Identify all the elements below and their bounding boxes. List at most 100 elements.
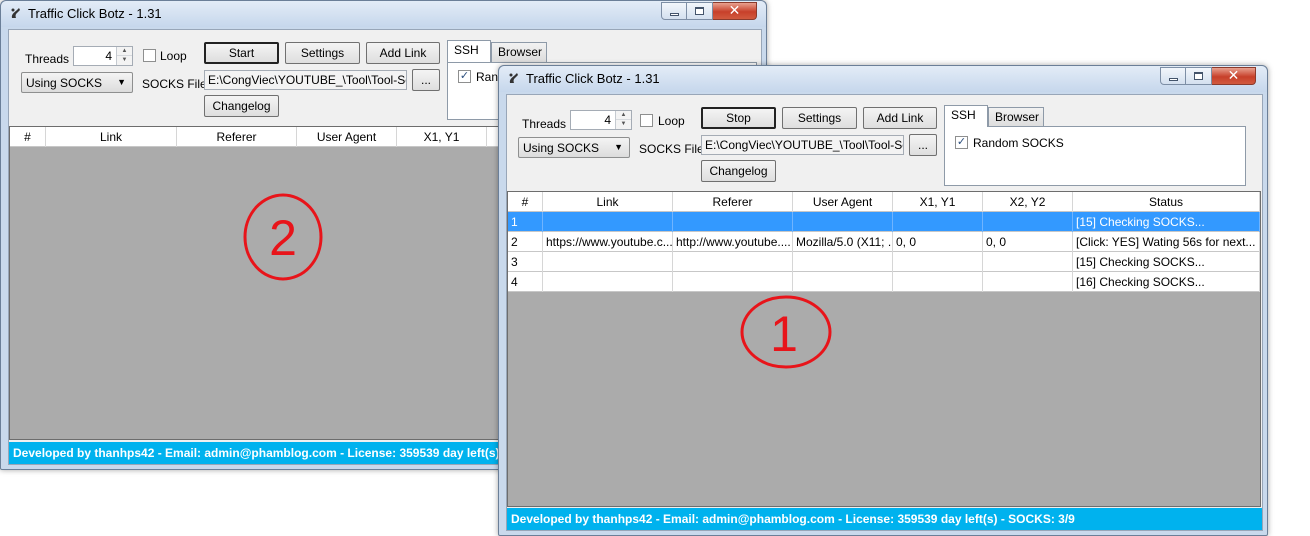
- annotation-circle-2: 2: [243, 193, 323, 281]
- table-cell: [793, 272, 893, 292]
- table-row[interactable]: 1 [15] Checking SOCKS...: [508, 212, 1260, 232]
- threads-label: Threads: [25, 52, 70, 66]
- status-bar: Developed by thanhps42 - Email: admin@ph…: [507, 508, 1262, 530]
- title-bar[interactable]: Traffic Click Botz - 1.31 ✕: [1, 1, 766, 27]
- maximize-icon: [1194, 72, 1203, 80]
- column-header[interactable]: User Agent: [297, 127, 397, 147]
- table-cell: [893, 272, 983, 292]
- minimize-button[interactable]: [1160, 67, 1186, 85]
- column-header[interactable]: Status: [1073, 192, 1260, 212]
- loop-label: Loop: [160, 49, 187, 63]
- start-button[interactable]: Start: [204, 42, 279, 64]
- annotation-number: 2: [269, 210, 297, 266]
- table-cell: 0, 0: [983, 232, 1073, 252]
- window-1: Traffic Click Botz - 1.31 ✕ Threads 4 ▲ ▼…: [498, 65, 1268, 536]
- table-row[interactable]: 2 https://www.youtube.c... http://www.yout…: [508, 232, 1260, 252]
- tab-browser[interactable]: Browser: [988, 107, 1044, 127]
- table-cell: [793, 252, 893, 272]
- threads-spinner[interactable]: 4 ▲ ▼: [570, 110, 632, 130]
- mode-select[interactable]: Using SOCKS ▼: [518, 137, 630, 158]
- spin-up-icon[interactable]: ▲: [616, 111, 631, 120]
- tab-strip: SSH Browser: [944, 105, 1054, 127]
- random-socks-checkbox[interactable]: ✓: [955, 136, 968, 149]
- maximize-button[interactable]: [1186, 67, 1212, 85]
- browse-button[interactable]: ...: [909, 134, 937, 156]
- column-header[interactable]: #: [508, 192, 543, 212]
- spin-down-icon[interactable]: ▼: [616, 120, 631, 129]
- threads-spinner[interactable]: 4 ▲ ▼: [73, 46, 133, 66]
- table-cell: [893, 252, 983, 272]
- settings-button[interactable]: Settings: [782, 107, 857, 129]
- table-cell: [Click: YES] Wating 56s for next...: [1073, 232, 1260, 252]
- table-cell: [543, 272, 673, 292]
- window-title: Traffic Click Botz - 1.31: [28, 6, 162, 21]
- tab-browser[interactable]: Browser: [491, 42, 547, 62]
- browse-button[interactable]: ...: [412, 69, 440, 91]
- socks-file-input[interactable]: E:\CongViec\YOUTUBE_\Tool\Tool-Sca: [701, 135, 904, 155]
- table-cell: [983, 272, 1073, 292]
- column-header[interactable]: User Agent: [793, 192, 893, 212]
- maximize-button[interactable]: [687, 2, 713, 20]
- column-header[interactable]: X2, Y2: [983, 192, 1073, 212]
- table-cell: 3: [508, 252, 543, 272]
- threads-value: 4: [604, 113, 611, 127]
- close-button[interactable]: ✕: [1212, 67, 1256, 85]
- column-header[interactable]: Link: [46, 127, 177, 147]
- close-button[interactable]: ✕: [713, 2, 757, 20]
- app-icon: [509, 73, 518, 83]
- loop-checkbox[interactable]: [143, 49, 156, 62]
- table-cell: [673, 272, 793, 292]
- tab-ssh[interactable]: SSH: [944, 105, 988, 127]
- tab-strip: SSH Browser: [447, 40, 557, 62]
- spin-up-icon[interactable]: ▲: [117, 47, 132, 56]
- annotation-circle-1: 1: [740, 295, 832, 369]
- minimize-icon: [669, 12, 679, 16]
- table-cell: [983, 212, 1073, 232]
- title-bar[interactable]: Traffic Click Botz - 1.31 ✕: [499, 66, 1267, 92]
- random-socks-checkbox[interactable]: ✓: [458, 70, 471, 83]
- column-header[interactable]: X1, Y1: [893, 192, 983, 212]
- column-header[interactable]: X1, Y1: [397, 127, 487, 147]
- ssh-tab-panel: ✓ Random SOCKS: [944, 126, 1246, 186]
- table-cell: 1: [508, 212, 543, 232]
- app-icon: [11, 8, 20, 18]
- window-title: Traffic Click Botz - 1.31: [526, 71, 660, 86]
- add-link-button[interactable]: Add Link: [863, 107, 937, 129]
- table-row[interactable]: 3 [15] Checking SOCKS...: [508, 252, 1260, 272]
- table-row[interactable]: 4 [16] Checking SOCKS...: [508, 272, 1260, 292]
- changelog-button[interactable]: Changelog: [204, 95, 279, 117]
- settings-button[interactable]: Settings: [285, 42, 360, 64]
- links-grid[interactable]: # Link Referer User Agent X1, Y1 X2, Y2 …: [507, 191, 1261, 507]
- socks-file-label: SOCKS File: [142, 77, 207, 91]
- table-cell: [673, 252, 793, 272]
- tab-ssh[interactable]: SSH: [447, 40, 491, 62]
- socks-file-input[interactable]: E:\CongViec\YOUTUBE_\Tool\Tool-Sca: [204, 70, 407, 90]
- minimize-icon: [1168, 77, 1178, 81]
- table-cell: [15] Checking SOCKS...: [1073, 212, 1260, 232]
- minimize-button[interactable]: [661, 2, 687, 20]
- table-cell: [983, 252, 1073, 272]
- column-header[interactable]: Link: [543, 192, 673, 212]
- stop-button[interactable]: Stop: [701, 107, 776, 129]
- annotation-number: 1: [770, 306, 798, 362]
- client-area: Threads 4 ▲ ▼ Loop Using SOCKS ▼ SOCKS Fi…: [506, 94, 1263, 531]
- chevron-down-icon: ▼: [117, 77, 126, 87]
- loop-checkbox[interactable]: [640, 114, 653, 127]
- add-link-button[interactable]: Add Link: [366, 42, 440, 64]
- table-cell: [543, 252, 673, 272]
- table-cell: Mozilla/5.0 (X11; ...: [793, 232, 893, 252]
- column-header[interactable]: Referer: [177, 127, 297, 147]
- table-cell: http://www.youtube....: [673, 232, 793, 252]
- mode-select[interactable]: Using SOCKS ▼: [21, 72, 133, 93]
- table-cell: [16] Checking SOCKS...: [1073, 272, 1260, 292]
- grid-header: # Link Referer User Agent X1, Y1 X2, Y2 …: [508, 192, 1260, 212]
- table-cell: 4: [508, 272, 543, 292]
- table-cell: https://www.youtube.c...: [543, 232, 673, 252]
- column-header[interactable]: Referer: [673, 192, 793, 212]
- column-header[interactable]: #: [10, 127, 46, 147]
- changelog-button[interactable]: Changelog: [701, 160, 776, 182]
- mode-select-value: Using SOCKS: [523, 141, 600, 155]
- spin-down-icon[interactable]: ▼: [117, 56, 132, 65]
- table-cell: [673, 212, 793, 232]
- maximize-icon: [695, 7, 704, 15]
